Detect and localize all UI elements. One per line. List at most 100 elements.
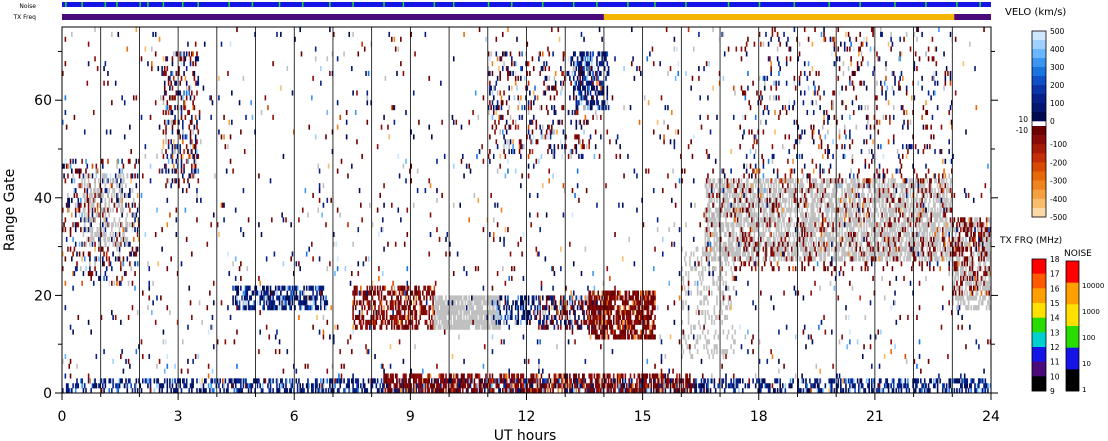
scatter-cell	[949, 256, 952, 262]
scatter-cell	[881, 183, 883, 189]
scatter-cell	[321, 300, 323, 306]
scatter-cell	[187, 178, 189, 184]
scatter-cell	[751, 217, 753, 223]
scatter-cell	[801, 207, 803, 213]
scatter-cell	[454, 314, 456, 320]
scatter-cell	[654, 314, 656, 320]
scatter-cell	[403, 310, 406, 316]
scatter-cell	[523, 310, 526, 316]
scatter-cell	[496, 144, 499, 150]
noise-strip-marker	[181, 2, 184, 7]
scatter-cell	[63, 163, 65, 169]
scatter-cell	[571, 109, 574, 116]
scatter-cell	[175, 80, 178, 86]
scatter-cell	[732, 178, 735, 184]
scatter-cell	[501, 129, 504, 135]
scatter-cell	[829, 222, 832, 228]
scatter-cell	[192, 129, 194, 135]
scatter-cell	[352, 305, 354, 311]
scatter-cell	[638, 305, 641, 311]
scatter-cell	[574, 51, 576, 57]
scatter-cell	[756, 212, 758, 218]
scatter-cell	[851, 236, 854, 242]
scatter-cell	[397, 295, 400, 301]
scatter-cell	[632, 295, 634, 301]
scatter-cell	[871, 231, 873, 238]
scatter-cell	[845, 212, 847, 218]
scatter-cell	[116, 246, 118, 252]
scatter-cell	[624, 329, 627, 335]
scatter-cell	[861, 188, 864, 194]
scatter-cell	[105, 222, 108, 228]
scatter-cell	[496, 75, 499, 81]
scatter-cell	[121, 202, 123, 208]
scatter-cell	[601, 295, 603, 301]
scatter-cell	[567, 153, 570, 159]
scatter-cell	[290, 305, 292, 311]
noise-strip-marker	[828, 2, 830, 7]
scatter-cell	[814, 256, 816, 262]
scatter-cell	[428, 290, 431, 296]
scatter-cell	[538, 324, 540, 330]
scatter-cell	[414, 305, 416, 311]
scatter-cell	[169, 75, 171, 81]
scatter-cell	[415, 314, 418, 320]
scatter-cell	[481, 305, 483, 311]
scatter-cell	[598, 51, 601, 57]
scatter-cell	[606, 51, 609, 57]
scatter-cell	[539, 70, 541, 76]
scatter-cell	[529, 149, 531, 155]
scatter-cell	[86, 188, 89, 194]
scatter-cell	[712, 202, 714, 208]
scatter-cell	[927, 202, 930, 208]
scatter-cell	[95, 163, 98, 169]
scatter-cell	[821, 192, 824, 198]
scatter-cell	[68, 207, 71, 213]
scatter-cell	[499, 310, 501, 316]
scatter-cell	[259, 285, 261, 291]
scatter-cell	[562, 70, 565, 76]
noise-strip-marker	[793, 2, 796, 7]
scatter-cell	[67, 163, 69, 169]
scatter-cell	[629, 310, 632, 316]
scatter-cell	[867, 197, 869, 203]
scatter-cell	[878, 183, 881, 189]
scatter-cell	[931, 207, 934, 213]
scatter-cell	[491, 61, 494, 67]
scatter-cell	[125, 217, 127, 223]
scatter-cell	[92, 202, 95, 208]
scatter-cell	[136, 227, 139, 233]
scatter-cell	[800, 197, 802, 203]
scatter-cell	[801, 192, 803, 198]
scatter-cell	[714, 227, 717, 233]
scatter-cell	[491, 100, 494, 106]
scatter-cell	[851, 266, 854, 272]
scatter-cell	[791, 202, 793, 208]
scatter-cell	[64, 280, 67, 286]
scatter-cell	[105, 275, 108, 281]
scatter-cell	[708, 236, 711, 242]
noise-strip-marker	[116, 2, 118, 7]
scatter-cell	[570, 153, 572, 159]
scatter-cell	[352, 314, 354, 320]
scatter-cell	[240, 285, 242, 291]
scatter-cell	[814, 212, 816, 218]
scatter-cell	[491, 124, 494, 130]
scatter-cell	[721, 178, 723, 184]
scatter-cell	[647, 295, 650, 301]
scatter-cell	[806, 236, 809, 242]
scatter-cell	[165, 168, 167, 174]
scatter-cell	[775, 197, 778, 203]
scatter-cell	[385, 310, 388, 316]
scatter-cell	[722, 222, 725, 228]
scatter-cell	[121, 222, 123, 228]
scatter-cell	[557, 324, 560, 330]
scatter-cell	[596, 56, 598, 62]
scatter-cell	[761, 183, 763, 189]
scatter-cell	[729, 207, 731, 213]
scatter-cell	[91, 163, 94, 169]
scatter-cell	[465, 295, 468, 301]
scatter-cell	[903, 192, 905, 198]
scatter-cell	[558, 305, 561, 311]
scatter-cell	[523, 105, 526, 111]
